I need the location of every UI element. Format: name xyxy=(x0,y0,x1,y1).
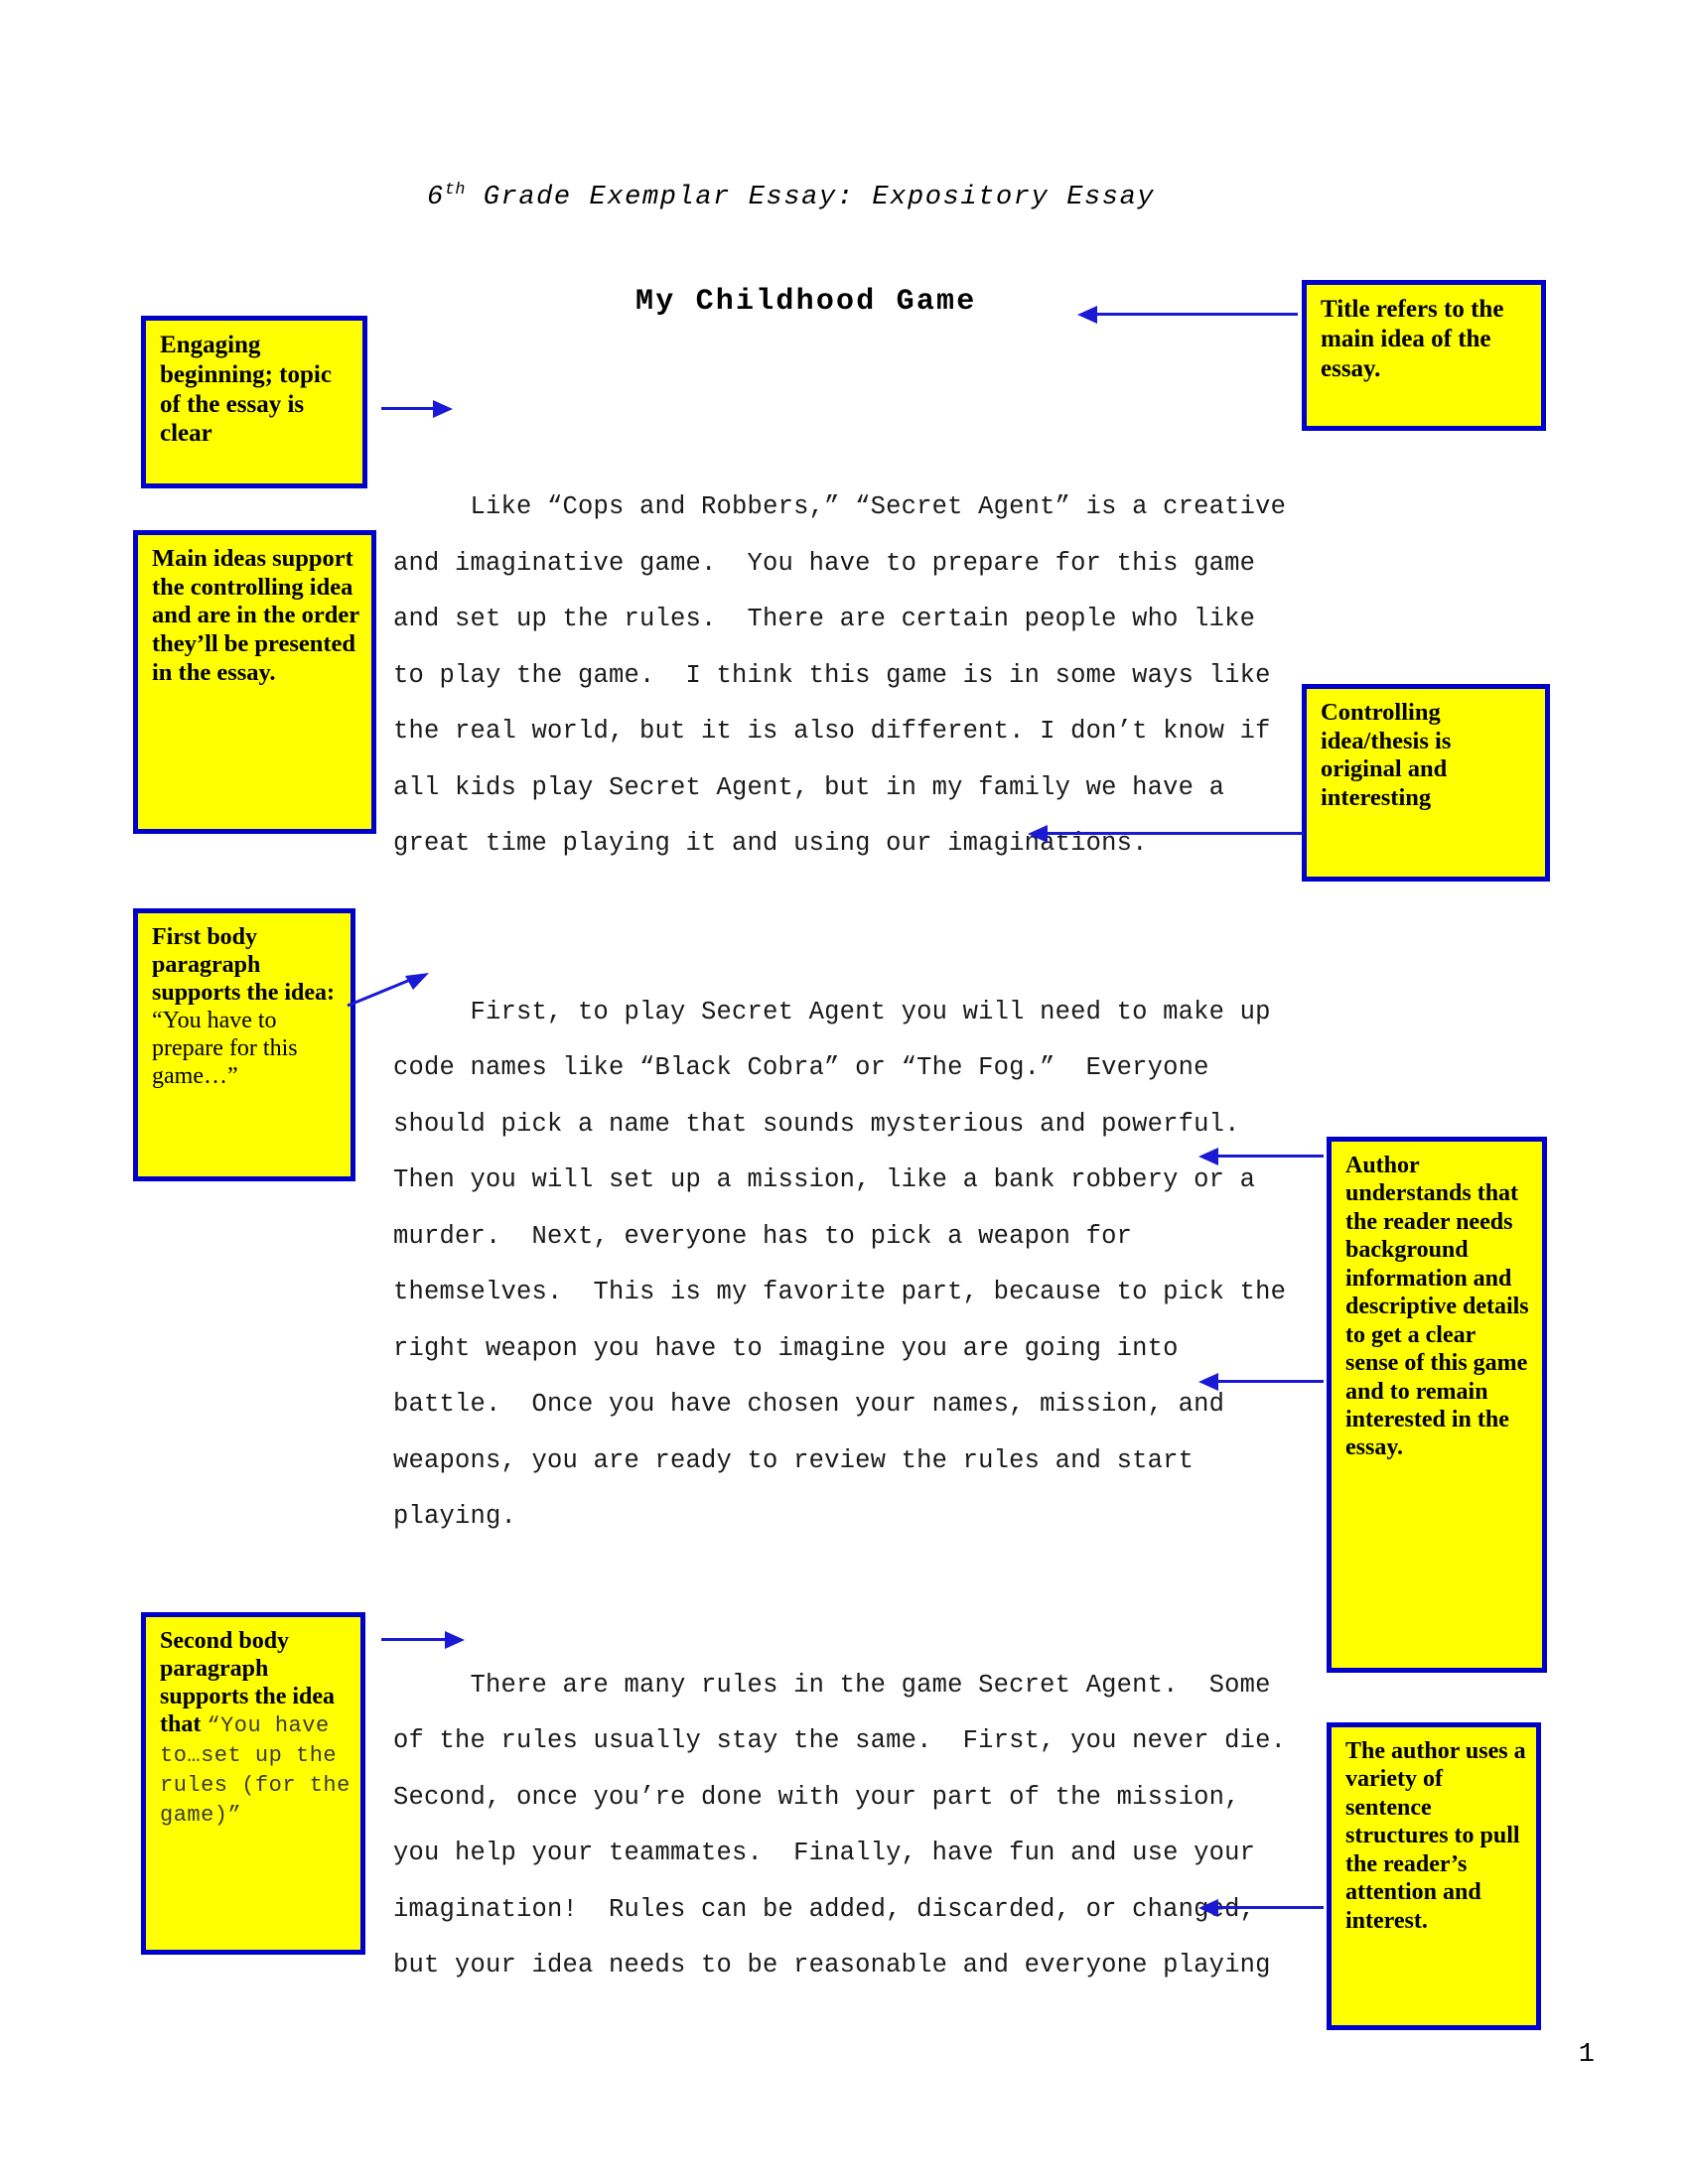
callout-first-body-label: First body paragraph supports the idea: xyxy=(152,924,336,1007)
callout-main-ideas-text: Main ideas support the controlling idea … xyxy=(152,545,359,686)
callout-main-ideas: Main ideas support the controlling idea … xyxy=(133,530,376,834)
essay-header-line: 6th Grade Exemplar Essay: Expository Ess… xyxy=(427,181,1155,212)
arrow-shaft xyxy=(1214,1155,1324,1158)
callout-engaging-beginning-text: Engaging beginning; topic of the essay i… xyxy=(160,332,332,448)
callout-second-body-paragraph: Second body paragraph supports the idea … xyxy=(141,1612,365,1955)
callout-author-understands-text: Author understands that the reader needs… xyxy=(1345,1153,1529,1461)
arrow-head xyxy=(433,400,453,418)
arrow-head xyxy=(1198,1899,1218,1917)
arrow-head xyxy=(1028,825,1048,843)
page-number: 1 xyxy=(1578,2040,1595,2070)
arrow-shaft xyxy=(1093,313,1298,316)
arrow-shaft xyxy=(381,407,437,410)
callout-engaging-beginning: Engaging beginning; topic of the essay i… xyxy=(141,316,367,488)
arrow-head xyxy=(445,1631,465,1649)
arrow-shaft xyxy=(1044,832,1304,835)
essay-paragraph-3: There are many rules in the game Secret … xyxy=(393,1670,1318,1980)
callout-controlling-idea: Controlling idea/thesis is original and … xyxy=(1302,684,1550,882)
callout-sentence-variety-text: The author uses a variety of sentence st… xyxy=(1345,1738,1526,1934)
arrow-head xyxy=(1198,1148,1218,1165)
essay-title: My Childhood Game xyxy=(635,285,977,319)
callout-first-body-paragraph: First body paragraph supports the idea: … xyxy=(133,908,355,1181)
essay-body: Like “Cops and Robbers,” “Secret Agent” … xyxy=(393,367,1287,2107)
arrow-shaft xyxy=(381,1638,449,1641)
callout-first-body-quote: “You have to prepare for this game…” xyxy=(152,1008,298,1090)
document-page: 6th Grade Exemplar Essay: Expository Ess… xyxy=(0,0,1688,2184)
essay-header-text: Grade Exemplar Essay: Expository Essay xyxy=(465,183,1156,212)
callout-title-refers: Title refers to the main idea of the ess… xyxy=(1302,280,1546,431)
arrow-shaft xyxy=(1214,1906,1324,1909)
arrow-head xyxy=(1077,306,1097,324)
callout-title-refers-text: Title refers to the main idea of the ess… xyxy=(1321,296,1504,382)
essay-paragraph-2: First, to play Secret Agent you will nee… xyxy=(393,997,1302,1532)
callout-controlling-idea-text: Controlling idea/thesis is original and … xyxy=(1321,699,1452,811)
essay-header-grade: 6 xyxy=(427,183,445,212)
essay-header-ordinal-suffix: th xyxy=(444,181,466,200)
essay-paragraph-1: Like “Cops and Robbers,” “Secret Agent” … xyxy=(393,492,1302,858)
callout-sentence-variety: The author uses a variety of sentence st… xyxy=(1327,1722,1541,2030)
callout-author-understands: Author understands that the reader needs… xyxy=(1327,1137,1547,1673)
arrow-shaft xyxy=(1214,1380,1324,1383)
arrow-first-body-paragraph xyxy=(347,973,429,1008)
arrow-head xyxy=(1198,1373,1218,1391)
